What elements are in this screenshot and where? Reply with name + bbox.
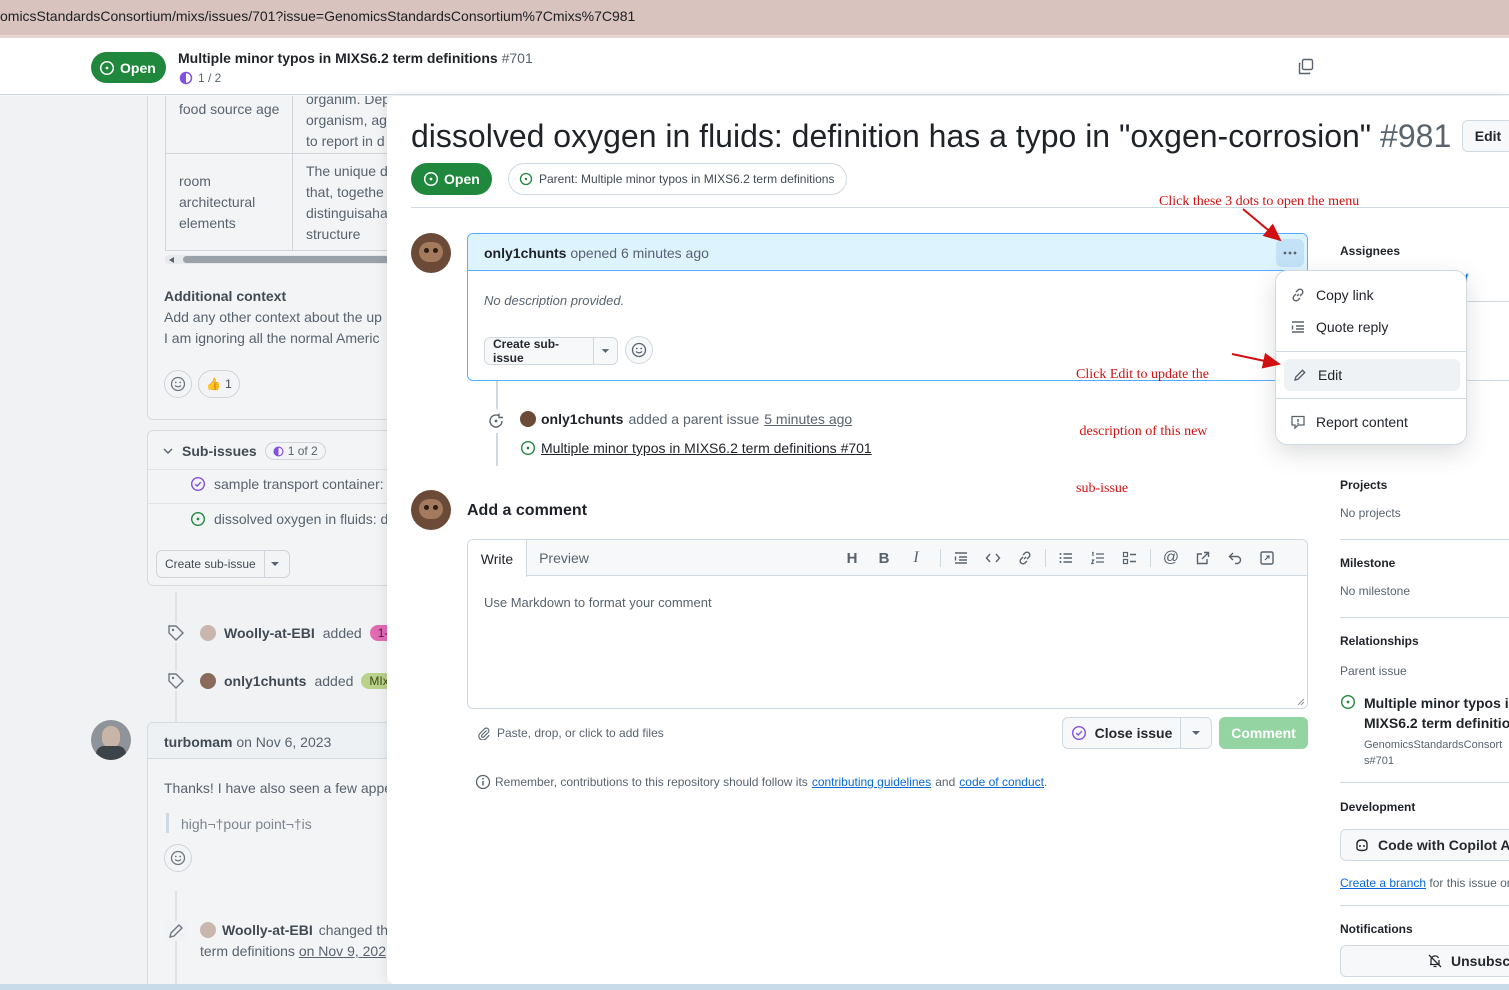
smiley-icon xyxy=(170,850,186,866)
timeline-event-line2: term definitions on Nov 9, 202 xyxy=(200,943,386,959)
pencil-icon xyxy=(166,921,186,941)
progress-icon xyxy=(273,446,284,456)
event-text: term definitions xyxy=(200,943,295,959)
event-user[interactable]: Woolly-at-EBI xyxy=(224,625,315,641)
timeline-event: Woolly-at-EBI changed the xyxy=(200,922,387,938)
annotation-arrows xyxy=(1231,208,1282,369)
issue-body-card: food source age organim. Dep organism, a… xyxy=(147,96,387,420)
issue-closed-icon xyxy=(190,476,206,492)
label-badge[interactable]: 1-Te xyxy=(369,625,387,641)
bottom-edge xyxy=(0,984,1509,990)
sub-issue-title: sample transport container: xyxy=(214,476,384,492)
table-cell-term: food source age xyxy=(179,101,280,117)
label-badge[interactable]: MIxSv xyxy=(361,673,387,689)
additional-context-line: Add any other context about the up xyxy=(164,309,382,325)
sticky-progress-text: 1 / 2 xyxy=(198,71,222,85)
chevron-down-icon xyxy=(163,448,173,454)
table-cell-desc: organim. Dep organism, ag to report in d xyxy=(306,96,387,149)
timeline-event: Woolly-at-EBI added 1-Te xyxy=(166,623,387,643)
comment-author[interactable]: turbomam xyxy=(164,734,232,750)
progress-icon xyxy=(179,71,193,85)
avatar xyxy=(200,625,216,641)
add-reaction-button[interactable] xyxy=(164,844,192,872)
avatar[interactable] xyxy=(91,720,131,760)
sub-issues-count: 1 of 2 xyxy=(287,444,318,458)
table-cell-desc: The unique d that, togethe distinguisaha… xyxy=(306,163,387,242)
sticky-progress: 1 / 2 xyxy=(179,71,221,85)
sticky-issue-header: Open Multiple minor typos in MIXS6.2 ter… xyxy=(0,38,1509,95)
event-action: added xyxy=(314,673,354,689)
terms-table: food source age organim. Dep organism, a… xyxy=(165,96,387,251)
sub-issues-card: Sub-issues 1 of 2 sample transport conta… xyxy=(147,430,387,586)
create-sub-issue-label: Create sub-issue xyxy=(157,551,265,577)
issue-state-badge: Open xyxy=(91,52,166,83)
smiley-icon xyxy=(170,376,186,392)
event-user[interactable]: Woolly-at-EBI xyxy=(222,922,313,938)
url-text: omicsStandardsConsortium/mixs/issues/701… xyxy=(0,8,636,24)
copy-icon[interactable] xyxy=(1297,58,1315,76)
thumbs-up-icon: 👍 xyxy=(206,377,222,391)
event-action: changed the xyxy=(318,922,387,938)
event-date[interactable]: on Nov 9, 202 xyxy=(299,943,386,959)
avatar xyxy=(200,922,216,938)
comment-date[interactable]: on Nov 6, 2023 xyxy=(236,734,331,750)
sticky-title-row: Multiple minor typos in MIXS6.2 term def… xyxy=(178,50,533,66)
sub-issue-title: dissolved oxygen in fluids: d xyxy=(214,511,387,527)
sticky-issue-number: #701 xyxy=(501,50,533,66)
avatar xyxy=(200,673,216,689)
background-issue-page: food source age organim. Dep organism, a… xyxy=(0,96,387,986)
sub-issue-side-panel: dissolved oxygen in fluids: definition h… xyxy=(387,96,1509,984)
tag-icon xyxy=(168,673,184,689)
comment-quote: high¬†pour point¬†is xyxy=(181,816,312,832)
reaction-thumbs-up[interactable]: 👍 1 xyxy=(198,370,240,398)
sub-issue-row[interactable]: sample transport container: xyxy=(190,476,384,492)
reaction-count: 1 xyxy=(225,377,232,391)
event-user[interactable]: only1chunts xyxy=(224,673,306,689)
issue-state-label: Open xyxy=(120,59,156,76)
sub-issue-row[interactable]: dissolved oxygen in fluids: d xyxy=(190,511,387,527)
event-action: added xyxy=(322,625,362,641)
sub-issues-header[interactable]: Sub-issues 1 of 2 xyxy=(162,442,326,460)
caret-down-icon[interactable] xyxy=(265,559,285,569)
comment-body: Thanks! I have also seen a few appe xyxy=(164,780,387,796)
timeline-event: only1chunts added MIxSv xyxy=(166,671,387,691)
add-reaction-button[interactable] xyxy=(164,370,192,398)
annotation-arrow-edit xyxy=(1231,352,1281,369)
additional-context-heading: Additional context xyxy=(164,288,287,304)
table-cell-term: room architectural elements xyxy=(179,173,256,231)
sub-issues-label: Sub-issues xyxy=(182,443,257,459)
annotation-arrow-dots xyxy=(1242,208,1282,242)
sub-issues-count-badge: 1 of 2 xyxy=(264,442,326,460)
issue-open-icon xyxy=(99,60,115,75)
table-scrollbar[interactable] xyxy=(165,255,387,264)
sticky-title[interactable]: Multiple minor typos in MIXS6.2 term def… xyxy=(178,50,498,66)
tag-icon xyxy=(168,625,184,641)
create-sub-issue-button[interactable]: Create sub-issue xyxy=(156,550,290,578)
additional-context-line: I am ignoring all the normal Americ xyxy=(164,330,380,346)
issue-open-icon xyxy=(190,511,206,527)
browser-url-bar[interactable]: omicsStandardsConsortium/mixs/issues/701… xyxy=(0,0,1509,38)
